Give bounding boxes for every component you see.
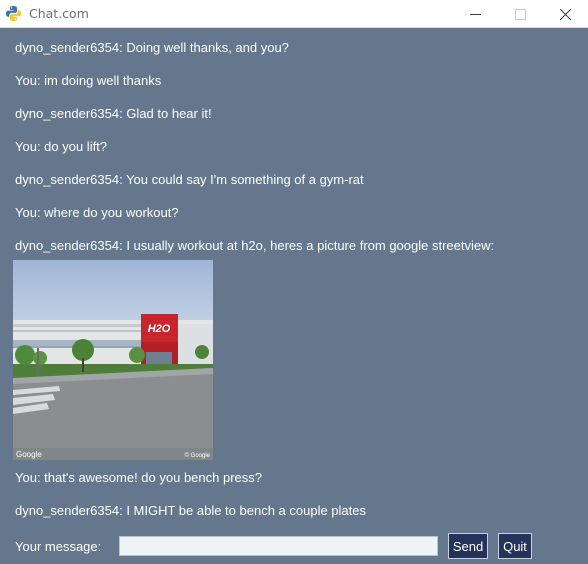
window-title: Chat.com (29, 6, 89, 21)
minimize-button[interactable] (453, 0, 498, 28)
chat-message: dyno_sender6354: I usually workout at h2… (15, 238, 495, 253)
chat-message: You: where do you workout? (15, 205, 179, 220)
chat-window: Chat.com dyno_sender6354: Doing well tha… (0, 0, 588, 564)
chat-message: dyno_sender6354: Doing well thanks, and … (15, 40, 289, 55)
copyright-watermark: © Google (185, 452, 211, 459)
chat-message: You: im doing well thanks (15, 73, 162, 88)
chat-message: dyno_sender6354: Glad to hear it! (15, 106, 212, 121)
minimize-icon (470, 13, 481, 15)
title-bar: Chat.com (0, 0, 588, 28)
maximize-button[interactable] (498, 0, 543, 28)
message-label: Your message: (15, 539, 102, 554)
python-icon (6, 6, 21, 21)
chat-message: You: do you lift? (15, 139, 108, 154)
chat-message: dyno_sender6354: You could say I'm somet… (15, 172, 364, 187)
message-input[interactable] (119, 536, 438, 556)
quit-button[interactable]: Quit (498, 533, 532, 559)
close-icon (560, 8, 571, 20)
streetview-image: H2O Google © Google (13, 260, 213, 460)
chat-message: You: that's awesome! do you bench press? (15, 470, 262, 485)
google-watermark: Google (16, 450, 42, 459)
chat-message: dyno_sender6354: I MIGHT be able to benc… (15, 503, 366, 518)
maximize-icon (515, 8, 526, 20)
close-button[interactable] (543, 0, 588, 28)
streetview-photo: H2O Google © Google (13, 260, 213, 460)
send-button[interactable]: Send (448, 533, 488, 559)
building-sign: H2O (148, 323, 171, 335)
